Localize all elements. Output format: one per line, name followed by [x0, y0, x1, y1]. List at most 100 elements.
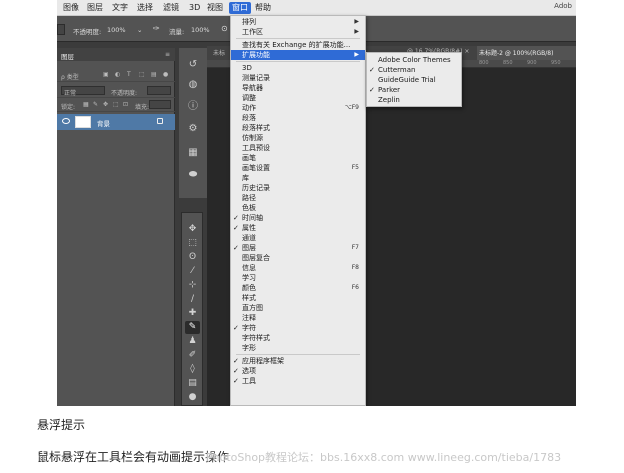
pressure-icon[interactable]: ⊙ — [221, 24, 228, 33]
menu-3d[interactable]: 3D — [189, 2, 200, 14]
menu-help[interactable]: 帮助 — [255, 2, 271, 14]
window-menu-item[interactable]: ✓ 应用程序框架 — [231, 356, 365, 366]
quick-select-tool-icon[interactable]: ⁄ — [185, 265, 200, 278]
menu-filter[interactable]: 滤镜 — [163, 2, 179, 14]
blur-tool-icon[interactable]: ● — [185, 391, 200, 404]
extension-menu-item[interactable]: ✓ Cutterman — [367, 65, 461, 75]
menu-item-label: 直方图 — [242, 304, 263, 312]
stamp-tool-icon[interactable]: ♟ — [185, 335, 200, 348]
window-menu-item[interactable]: 颜色 F6 — [231, 283, 365, 293]
menu-type[interactable]: 文字 — [112, 2, 128, 14]
swatches-icon[interactable]: ▦ — [185, 146, 201, 160]
tab-layers[interactable]: 图层 — [61, 51, 74, 61]
window-menu-item[interactable]: 测量记录 — [231, 73, 365, 83]
extension-menu-item[interactable]: Adobe Color Themes — [367, 55, 461, 65]
filter-type-icon[interactable]: T — [127, 71, 131, 78]
window-menu-item[interactable]: 直方图 — [231, 303, 365, 313]
window-menu-item[interactable]: 动作 ⌥F9 — [231, 103, 365, 113]
window-menu-item[interactable]: 学习 — [231, 273, 365, 283]
chevron-down-icon[interactable]: ⌄ — [137, 26, 142, 34]
menu-select[interactable]: 选择 — [137, 2, 153, 14]
window-menu-item[interactable]: 画笔 — [231, 153, 365, 163]
window-menu-item[interactable]: 路径 — [231, 193, 365, 203]
window-menu-item[interactable]: 信息 F8 — [231, 263, 365, 273]
crop-tool-icon[interactable]: ⊹ — [185, 279, 200, 292]
lock-label: 锁定: — [61, 104, 76, 111]
window-menu-item[interactable]: 调整 — [231, 93, 365, 103]
filter-toggle-icon[interactable]: ● — [163, 71, 168, 78]
filter-adjust-icon[interactable]: ◐ — [115, 71, 120, 78]
window-menu-item[interactable]: 历史记录 — [231, 183, 365, 193]
layer-opacity-field[interactable] — [147, 86, 171, 95]
window-menu-item[interactable]: ✓ 选项 — [231, 366, 365, 376]
window-menu-item[interactable]: ✓ 图层 F7 — [231, 243, 365, 253]
doc-tab-active[interactable]: 未标题-2 @ 100%(RGB/8) — [477, 46, 576, 60]
window-menu-item[interactable]: 样式 — [231, 293, 365, 303]
window-menu-item[interactable]: 通道 — [231, 233, 365, 243]
window-menu-item[interactable]: 导航器 — [231, 83, 365, 93]
window-menu-item[interactable]: 工具预设 — [231, 143, 365, 153]
flow-value[interactable]: 100% — [191, 26, 210, 34]
move-tool-icon[interactable]: ✥ — [185, 223, 200, 236]
window-menu-item[interactable]: ✓ 时间轴 — [231, 213, 365, 223]
window-menu-item[interactable]: 图层复合 — [231, 253, 365, 263]
menu-layer[interactable]: 图层 — [87, 2, 103, 14]
brush-tool-icon[interactable]: ✎ — [185, 321, 200, 334]
extension-menu-item[interactable]: ✓ Parker — [367, 85, 461, 95]
lock-pixels-icon[interactable]: ▦ — [83, 101, 89, 108]
extension-menu-item[interactable]: Zeplin — [367, 95, 461, 105]
window-menu-item[interactable]: ✓ 属性 — [231, 223, 365, 233]
window-menu-item[interactable]: 注释 — [231, 313, 365, 323]
healing-tool-icon[interactable]: ✚ — [185, 307, 200, 320]
lock-paint-icon[interactable]: ✎ — [93, 101, 98, 108]
window-menu-item[interactable]: ✓ 字符 — [231, 323, 365, 333]
check-icon: ✓ — [233, 324, 239, 332]
paragraph-icon[interactable]: ◍ — [185, 78, 201, 92]
window-menu-item[interactable]: 库 — [231, 173, 365, 183]
eye-icon[interactable] — [62, 118, 70, 124]
window-menu-item[interactable]: 仿制源 — [231, 133, 365, 143]
window-menu-item[interactable]: 色板 — [231, 203, 365, 213]
lock-move-icon[interactable]: ✥ — [103, 101, 108, 108]
eraser-tool-icon[interactable]: ◊ — [185, 363, 200, 376]
opacity-value[interactable]: 100% — [107, 26, 126, 34]
window-menu-item[interactable]: 字形 — [231, 343, 365, 353]
window-menu-item[interactable]: 工作区 ▶ — [231, 27, 365, 37]
airbrush-icon[interactable]: ✑ — [153, 24, 160, 33]
menu-item-label: 字形 — [242, 344, 256, 352]
lock-artboard-icon[interactable]: ⬚ — [113, 101, 119, 108]
tool-preset-picker[interactable] — [57, 24, 65, 35]
adjust-icon[interactable]: ⚙ — [185, 122, 201, 136]
layer-fill-field[interactable] — [149, 100, 171, 109]
filter-pixel-icon[interactable]: ▣ — [103, 71, 109, 78]
window-menu-item[interactable]: 段落 — [231, 113, 365, 123]
lock-all-icon[interactable]: ⊡ — [123, 101, 128, 108]
layer-filter-kind[interactable]: ρ 类型 — [61, 72, 79, 81]
menu-image[interactable]: 图像 — [63, 2, 79, 14]
menu-view[interactable]: 视图 — [207, 2, 223, 14]
panel-menu-icon[interactable]: ≡ — [165, 51, 170, 58]
blend-mode-select[interactable]: 正常 — [61, 86, 105, 97]
eyedropper-tool-icon[interactable]: ∕ — [185, 293, 200, 306]
filter-smart-icon[interactable]: ▤ — [151, 71, 157, 78]
marquee-tool-icon[interactable]: ⬚ — [185, 237, 200, 250]
window-menu-item[interactable]: 画笔设置 F5 — [231, 163, 365, 173]
window-menu-item[interactable]: 字符样式 — [231, 333, 365, 343]
info-icon[interactable]: ⓘ — [185, 100, 201, 114]
window-menu-item[interactable]: 排列 ▶ — [231, 17, 365, 27]
window-menu-item[interactable]: 段落样式 — [231, 123, 365, 133]
history-brush-tool-icon[interactable]: ✐ — [185, 349, 200, 362]
doc-tab-left[interactable]: 未标 — [213, 48, 225, 57]
gradient-tool-icon[interactable]: ▤ — [185, 377, 200, 390]
window-menu-item[interactable]: 查找有关 Exchange 的扩展功能... — [231, 40, 365, 50]
layer-row-background[interactable]: 背景 — [57, 114, 175, 130]
filter-shape-icon[interactable]: ⬚ — [139, 71, 145, 78]
window-menu-item[interactable]: 3D — [231, 63, 365, 73]
window-menu-item[interactable]: ✓ 工具 — [231, 376, 365, 386]
extension-menu-item[interactable]: GuideGuide Trial — [367, 75, 461, 85]
window-menu-item[interactable]: 扩展功能 ▶ — [231, 50, 365, 60]
history-icon[interactable]: ↺ — [185, 58, 201, 72]
menu-window[interactable]: 窗口 — [229, 2, 251, 14]
brush-settings-icon[interactable]: ⬬ — [185, 168, 201, 182]
lasso-tool-icon[interactable]: ʘ — [185, 251, 200, 264]
